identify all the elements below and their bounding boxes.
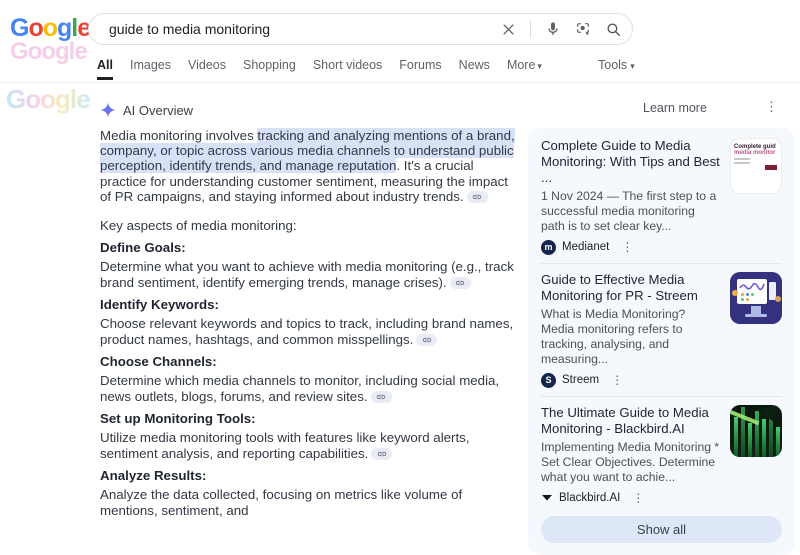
citation-link-chip[interactable] xyxy=(371,448,392,460)
result-source: Streem xyxy=(562,374,599,386)
section-title: Analyze Results: xyxy=(100,468,520,483)
citation-link-chip[interactable] xyxy=(371,391,392,403)
section-title: Set up Monitoring Tools: xyxy=(100,411,520,426)
aspect-section: Analyze Results: Analyze the data collec… xyxy=(100,468,520,518)
search-bar-divider xyxy=(530,20,531,38)
result-thumbnail[interactable] xyxy=(730,272,782,324)
section-title: Choose Channels: xyxy=(100,354,520,369)
section-title: Define Goals: xyxy=(100,240,520,255)
section-title: Identify Keywords: xyxy=(100,297,520,312)
result-menu-icon[interactable]: ⋮ xyxy=(611,373,623,387)
tab-shopping[interactable]: Shopping xyxy=(243,58,296,80)
aspect-section: Define Goals: Determine what you want to… xyxy=(100,240,520,290)
tab-forums[interactable]: Forums xyxy=(399,58,441,80)
citation-link-chip[interactable] xyxy=(450,277,471,289)
chevron-down-icon: ▾ xyxy=(537,61,542,71)
tab-images[interactable]: Images xyxy=(130,58,171,80)
search-result-card[interactable]: The Ultimate Guide to Media Monitoring -… xyxy=(541,405,782,506)
result-menu-icon[interactable]: ⋮ xyxy=(621,240,633,254)
related-results-sidebar: Complete Guide to Media Monitoring: With… xyxy=(528,128,795,555)
search-submit-icon[interactable] xyxy=(605,21,622,38)
tab-short-videos[interactable]: Short videos xyxy=(313,58,382,80)
sidebar-divider xyxy=(541,263,782,264)
result-snippet: 1 Nov 2024 — The first step to a success… xyxy=(541,189,720,234)
voice-search-mic-icon[interactable] xyxy=(545,21,561,37)
tab-all[interactable]: All xyxy=(97,58,113,80)
chevron-down-icon: ▾ xyxy=(630,61,635,71)
ai-sparkle-icon xyxy=(100,102,116,118)
tab-more[interactable]: More▾ xyxy=(507,58,542,80)
bird-silhouette xyxy=(756,405,781,425)
logo-ghost-artifact: Google xyxy=(10,38,87,66)
search-bar[interactable] xyxy=(88,13,633,45)
key-aspects-heading: Key aspects of media monitoring: xyxy=(100,218,520,233)
sidebar-divider xyxy=(541,396,782,397)
ai-overview-intro: Media monitoring involves tracking and a… xyxy=(100,128,520,204)
ai-overview-label: AI Overview xyxy=(123,103,193,118)
aspect-section: Choose Channels: Determine which media c… xyxy=(100,354,520,404)
learn-more-link[interactable]: Learn more xyxy=(643,101,707,115)
tab-news[interactable]: News xyxy=(459,58,490,80)
search-result-card[interactable]: Complete Guide to Media Monitoring: With… xyxy=(541,138,782,255)
result-snippet: What is Media Monitoring? Media monitori… xyxy=(541,307,720,367)
result-menu-icon[interactable]: ⋮ xyxy=(632,491,644,505)
result-source: Blackbird.AI xyxy=(559,492,620,504)
search-result-card[interactable]: Guide to Effective Media Monitoring for … xyxy=(541,272,782,388)
tools-button[interactable]: Tools▾ xyxy=(598,58,635,72)
result-thumbnail[interactable]: Complete guid media monitor xyxy=(730,138,782,194)
logo-ghost-artifact: Google xyxy=(6,84,90,115)
medianet-favicon: m xyxy=(541,240,556,255)
result-snippet: Implementing Media Monitoring * Set Clea… xyxy=(541,440,720,485)
blackbird-favicon xyxy=(541,492,553,504)
citation-link-chip[interactable] xyxy=(467,191,488,203)
result-title[interactable]: Guide to Effective Media Monitoring for … xyxy=(541,272,720,304)
tab-videos[interactable]: Videos xyxy=(188,58,226,80)
aspect-section: Set up Monitoring Tools: Utilize media m… xyxy=(100,411,520,461)
result-thumbnail[interactable] xyxy=(730,405,782,457)
streem-favicon: S xyxy=(541,373,556,388)
result-type-tabs: All Images Videos Shopping Short videos … xyxy=(97,58,542,80)
result-title[interactable]: Complete Guide to Media Monitoring: With… xyxy=(541,138,720,186)
result-title[interactable]: The Ultimate Guide to Media Monitoring -… xyxy=(541,405,720,437)
ai-overview-panel: AI Overview Media monitoring involves tr… xyxy=(100,102,520,518)
citation-link-chip[interactable] xyxy=(416,334,437,346)
show-all-button[interactable]: Show all xyxy=(541,516,782,543)
search-input[interactable] xyxy=(109,21,501,37)
header-divider xyxy=(0,82,800,83)
ai-overview-menu-icon[interactable]: ⋮ xyxy=(765,99,778,115)
aspect-section: Identify Keywords: Choose relevant keywo… xyxy=(100,297,520,347)
result-source: Medianet xyxy=(562,241,609,253)
clear-search-icon[interactable] xyxy=(501,22,516,37)
google-lens-icon[interactable] xyxy=(575,21,591,37)
